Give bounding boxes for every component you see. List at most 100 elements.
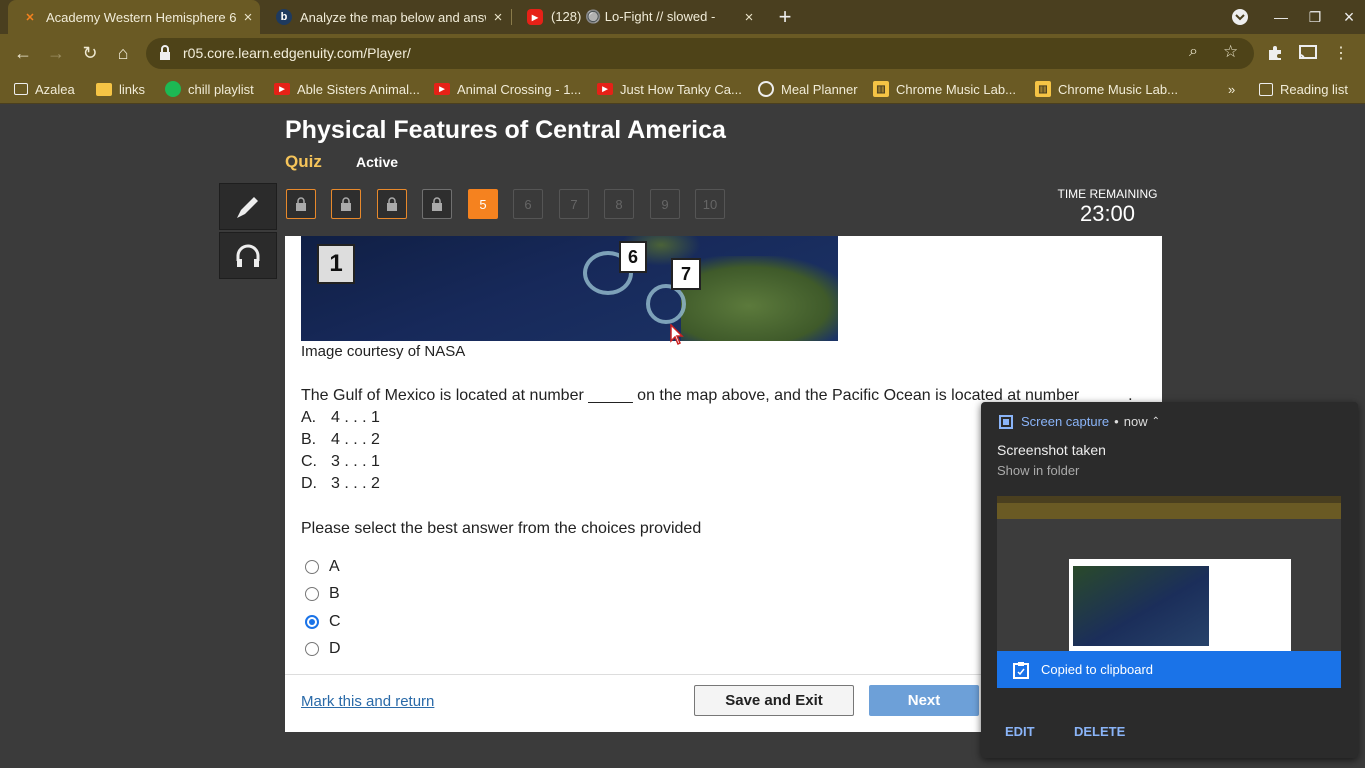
extensions-icon[interactable] — [1260, 38, 1290, 68]
lock-icon — [432, 197, 442, 211]
home-button[interactable]: ⌂ — [108, 38, 138, 68]
youtube-icon: ▶ — [434, 83, 450, 95]
pencil-tool-button[interactable] — [219, 183, 277, 230]
youtube-icon: ▶ — [597, 83, 613, 95]
minimize-button[interactable]: — — [1264, 0, 1298, 34]
tab-search-button[interactable] — [1223, 0, 1257, 34]
forward-button[interactable]: → — [41, 38, 71, 68]
chevron-down-icon — [1232, 9, 1248, 25]
radio-circle-selected[interactable] — [305, 615, 319, 629]
map-label-6: 6 — [619, 241, 647, 273]
bookmarks-bar: Azalea links chill playlist ▶ Able Siste… — [0, 73, 1365, 104]
reading-list-button[interactable]: Reading list — [1259, 79, 1348, 99]
restore-button[interactable]: ❐ — [1298, 0, 1332, 34]
edgenuity-icon: ✕ — [25, 11, 35, 24]
question-6-button[interactable]: 6 — [513, 189, 543, 219]
tab-brainly[interactable]: b Analyze the map below and answ × — [262, 0, 510, 34]
question-3-button[interactable] — [377, 189, 407, 219]
question-2-button[interactable] — [331, 189, 361, 219]
browser-toolbar: ← → ↻ ⌂ r05.core.learn.edgenuity.com/Pla… — [0, 34, 1365, 73]
close-tab-icon[interactable]: × — [236, 9, 260, 26]
map-land — [681, 256, 838, 341]
next-button[interactable]: Next — [869, 685, 979, 716]
address-bar[interactable]: r05.core.learn.edgenuity.com/Player/ ⌕ ☆ — [146, 38, 1254, 69]
folder-icon — [96, 82, 112, 96]
music-lab-icon: ▥ — [1035, 81, 1051, 97]
question-10-button[interactable]: 10 — [695, 189, 725, 219]
answer-option: C. 3 . . . 1 — [301, 453, 380, 470]
lesson-title: Physical Features of Central America — [285, 116, 726, 144]
tab-separator — [511, 9, 512, 25]
bookmark-meal-planner[interactable]: Meal Planner — [758, 79, 858, 99]
radio-circle[interactable] — [305, 642, 319, 656]
more-bookmarks-button[interactable]: » — [1228, 79, 1235, 99]
answer-option: D. 3 . . . 2 — [301, 475, 380, 492]
question-4-button[interactable] — [422, 189, 452, 219]
audio-tool-button[interactable] — [219, 232, 277, 279]
answer-option: B. 4 . . . 2 — [301, 431, 380, 448]
tab-youtube[interactable]: ▶ (128) 🔘 Lo-Fight // slowed - × — [513, 0, 761, 34]
chevron-up-icon[interactable]: ⌃ — [1152, 416, 1160, 427]
time-remaining-value: 23:00 — [1079, 201, 1136, 226]
radio-circle[interactable] — [305, 587, 319, 601]
question-8-button[interactable]: 8 — [604, 189, 634, 219]
question-1-button[interactable] — [286, 189, 316, 219]
show-in-folder-link[interactable]: Show in folder — [997, 463, 1079, 478]
choice-a-radio[interactable]: A — [305, 558, 340, 576]
close-window-button[interactable]: × — [1332, 0, 1365, 34]
cast-icon[interactable] — [1293, 38, 1323, 68]
bookmark-chill-playlist[interactable]: chill playlist — [165, 79, 254, 99]
bookmark-azalea[interactable]: Azalea — [14, 79, 75, 99]
activity-type: Quiz — [285, 152, 322, 171]
tool-panel — [219, 183, 277, 281]
lock-icon — [296, 197, 306, 211]
choice-c-radio[interactable]: C — [305, 613, 341, 631]
back-button[interactable]: ← — [8, 38, 38, 68]
lock-icon — [341, 197, 351, 211]
screen-capture-icon — [999, 414, 1013, 429]
zoom-icon[interactable]: ⌕ — [1189, 43, 1198, 61]
close-tab-icon[interactable]: × — [737, 9, 761, 26]
reading-list-icon — [1259, 82, 1273, 96]
music-lab-icon: ▥ — [873, 81, 889, 97]
menu-icon[interactable]: ⋮ — [1326, 38, 1356, 68]
notification-app-name: Screen capture — [1021, 414, 1110, 429]
satellite-map: 1 6 7 — [301, 236, 838, 341]
bookmark-star-icon[interactable]: ☆ — [1223, 42, 1238, 62]
delete-button[interactable]: DELETE — [1074, 724, 1125, 739]
notification-title: Screenshot taken — [997, 442, 1106, 458]
choice-b-radio[interactable]: B — [305, 585, 340, 603]
map-label-1: 1 — [317, 244, 355, 284]
new-tab-button[interactable]: + — [768, 0, 802, 34]
bookmark-music-lab-1[interactable]: ▥ Chrome Music Lab... — [873, 79, 1016, 99]
save-and-exit-button[interactable]: Save and Exit — [694, 685, 854, 716]
close-tab-icon[interactable]: × — [486, 9, 510, 26]
notification-time: now — [1123, 414, 1148, 429]
edit-button[interactable]: EDIT — [1005, 724, 1035, 739]
choice-d-radio[interactable]: D — [305, 640, 341, 658]
bookmark-links[interactable]: links — [96, 79, 145, 99]
youtube-icon: ▶ — [274, 83, 290, 95]
question-5-button[interactable]: 5 — [468, 189, 498, 219]
bookmark-animal-crossing[interactable]: ▶ Animal Crossing - 1... — [434, 79, 581, 99]
bookmark-tanky[interactable]: ▶ Just How Tanky Ca... — [597, 79, 742, 99]
bookmark-music-lab-2[interactable]: ▥ Chrome Music Lab... — [1035, 79, 1178, 99]
mouse-cursor-icon — [670, 324, 684, 346]
screenshot-thumbnail[interactable] — [997, 496, 1341, 651]
spotify-icon — [165, 81, 181, 97]
bookmark-able-sisters[interactable]: ▶ Able Sisters Animal... — [274, 79, 420, 99]
question-7-button[interactable]: 7 — [559, 189, 589, 219]
activity-status: Active — [356, 154, 399, 170]
clipboard-icon — [1013, 661, 1029, 679]
youtube-icon: ▶ — [527, 9, 543, 25]
mark-and-return-link[interactable]: Mark this and return — [301, 693, 434, 710]
brainly-icon: b — [276, 9, 292, 25]
radio-circle[interactable] — [305, 560, 319, 574]
tab-edgenuity[interactable]: ✕ Academy Western Hemisphere 6 × — [8, 0, 260, 34]
lock-icon — [387, 197, 397, 211]
lock-icon — [160, 45, 170, 60]
copied-to-clipboard-banner: Copied to clipboard — [997, 651, 1341, 688]
time-remaining-label: TIME REMAINING — [1057, 187, 1158, 201]
question-9-button[interactable]: 9 — [650, 189, 680, 219]
reload-button[interactable]: ↻ — [75, 38, 105, 68]
